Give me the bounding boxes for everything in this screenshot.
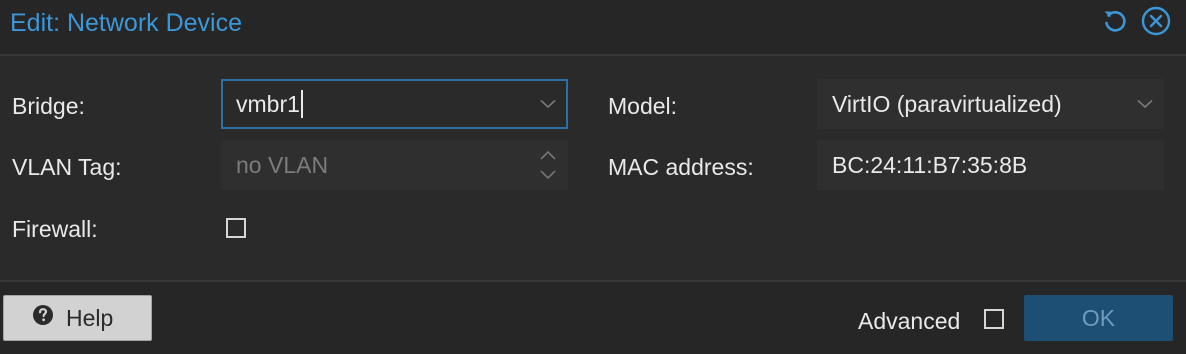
spinner-arrows-icon[interactable] <box>539 141 557 189</box>
help-button-label: Help <box>66 304 114 331</box>
chevron-down-icon[interactable] <box>1137 80 1153 128</box>
reset-icon[interactable] <box>1100 6 1130 41</box>
bridge-combobox[interactable]: vmbr1 <box>221 79 568 129</box>
model-label: Model: <box>608 93 678 119</box>
vlan-tag-label: VLAN Tag: <box>12 154 122 180</box>
text-cursor <box>300 89 303 118</box>
chevron-down-icon[interactable] <box>540 81 556 127</box>
bridge-value: vmbr1 <box>236 91 300 117</box>
ok-button[interactable]: OK <box>1024 295 1173 341</box>
mac-address-input[interactable]: BC:24:11:B7:35:8B <box>817 140 1164 190</box>
edit-network-device-dialog: Edit: Network Device Bridge: vmbr1 VLAN … <box>0 0 1186 354</box>
close-icon[interactable] <box>1140 5 1172 42</box>
footer-divider <box>0 280 1186 282</box>
ok-button-label: OK <box>1081 304 1116 331</box>
firewall-label: Firewall: <box>12 216 98 242</box>
dialog-titlebar: Edit: Network Device <box>0 0 1186 46</box>
question-circle-icon <box>32 304 54 332</box>
bridge-label: Bridge: <box>12 93 85 119</box>
model-value: VirtIO (paravirtualized) <box>832 91 1062 117</box>
advanced-label: Advanced <box>858 308 961 334</box>
model-combobox[interactable]: VirtIO (paravirtualized) <box>817 79 1164 129</box>
mac-address-value: BC:24:11:B7:35:8B <box>832 152 1028 178</box>
help-button[interactable]: Help <box>3 295 152 341</box>
advanced-checkbox[interactable] <box>984 309 1004 329</box>
dialog-title: Edit: Network Device <box>10 9 243 37</box>
vlan-tag-placeholder: no VLAN <box>236 152 329 178</box>
title-tools <box>1100 6 1172 41</box>
mac-address-label: MAC address: <box>608 154 754 180</box>
vlan-tag-spinner-field[interactable]: no VLAN <box>221 140 568 190</box>
firewall-checkbox[interactable] <box>226 218 246 238</box>
